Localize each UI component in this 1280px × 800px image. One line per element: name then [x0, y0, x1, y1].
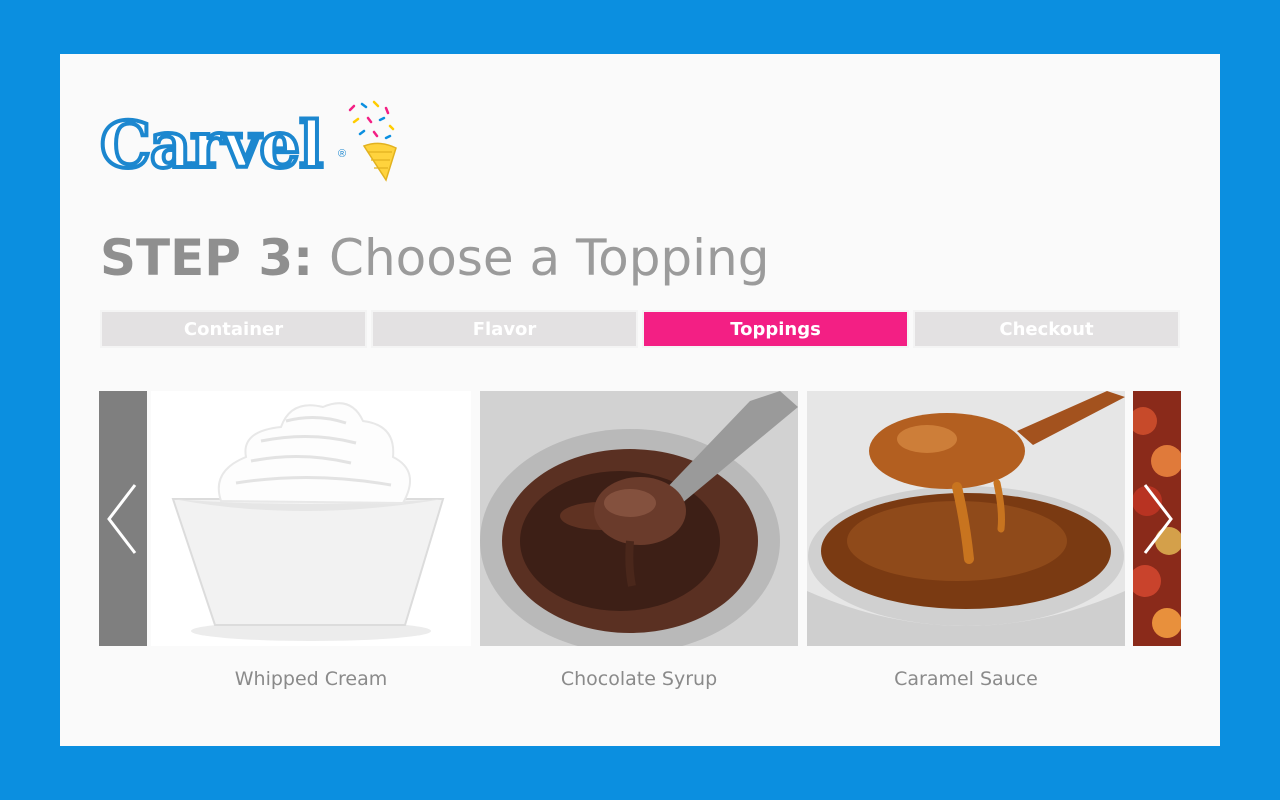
logo-wordmark: Carvel [98, 106, 325, 185]
topping-label-whipped-cream[interactable]: Whipped Cream [151, 664, 471, 694]
tab-checkout[interactable]: Checkout [913, 310, 1180, 348]
page-title: STEP 3: Choose a Topping [100, 226, 770, 290]
progress-tabs: Container Flavor Toppings Checkout [100, 310, 1180, 348]
tab-toppings[interactable]: Toppings [642, 310, 909, 348]
tab-checkout-label: Checkout [999, 318, 1094, 340]
ice-cream-cone-icon [348, 100, 397, 182]
tab-container-label: Container [183, 318, 284, 340]
step-number: STEP 3: [100, 229, 314, 287]
chevron-right-icon [1143, 483, 1173, 554]
toppings-carousel [99, 391, 1181, 646]
whipped-cream-image [151, 391, 471, 646]
tab-container[interactable]: Container [100, 310, 367, 348]
topping-chocolate-syrup[interactable] [480, 391, 798, 646]
topping-labels: Whipped Cream Chocolate Syrup Caramel Sa… [60, 664, 1220, 694]
step-heading: Choose a Topping [329, 229, 770, 287]
tab-toppings-label: Toppings [730, 318, 821, 340]
topping-label-caramel-sauce[interactable]: Caramel Sauce [807, 664, 1125, 694]
caramel-sauce-image [807, 391, 1125, 646]
topping-whipped-cream[interactable] [151, 391, 471, 646]
carousel-next-button[interactable] [1133, 391, 1181, 646]
carvel-logo: Carvel ® [98, 98, 400, 198]
chocolate-syrup-image [480, 391, 798, 646]
topping-label-chocolate-syrup[interactable]: Chocolate Syrup [480, 664, 798, 694]
carousel-prev-button[interactable] [99, 391, 147, 646]
tab-flavor-label: Flavor [472, 318, 537, 340]
main-card: Carvel ® STEP 3: Choose a Topping Contai… [60, 54, 1220, 746]
tab-flavor[interactable]: Flavor [371, 310, 638, 348]
chevron-left-icon [107, 483, 137, 554]
topping-caramel-sauce[interactable] [807, 391, 1125, 646]
